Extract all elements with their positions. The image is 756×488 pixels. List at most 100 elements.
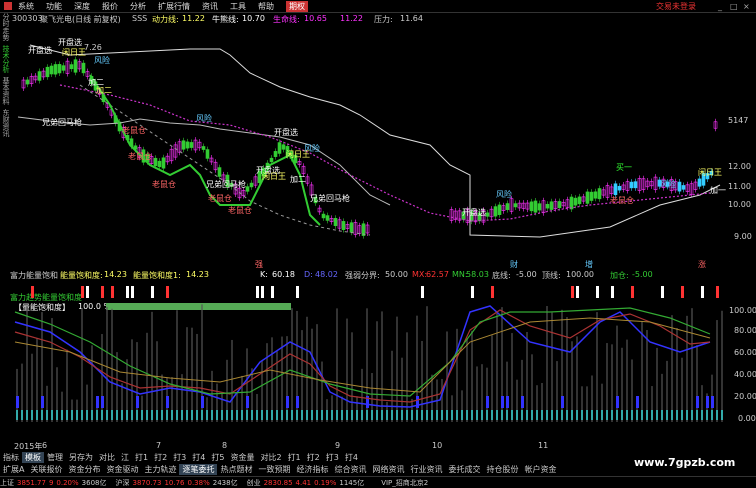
top-line-value: 100.00 [566, 270, 594, 279]
function-tab[interactable]: 主力轨迹 [141, 464, 179, 475]
menu-analysis[interactable]: 分析 [130, 1, 146, 12]
momentum-label: 动力线: [152, 15, 179, 24]
function-tab[interactable]: 网络资讯 [369, 464, 407, 475]
top-signal-bar [271, 286, 274, 298]
blue-signal-bar [201, 396, 204, 408]
bull-line [17, 116, 391, 206]
life-label: 生命线: [273, 15, 300, 24]
bottom-marker-bar [186, 410, 188, 420]
candle-body [333, 218, 338, 226]
bottom-marker-bar [121, 410, 123, 420]
bottom-marker-bar [136, 410, 138, 420]
blue-signal-bar [486, 396, 489, 408]
indicator-tab[interactable]: 管理 [44, 452, 66, 463]
menu-info[interactable]: 资讯 [202, 1, 218, 12]
indicator-tab[interactable]: 打5 [208, 452, 227, 463]
top-signal-bar [611, 286, 614, 298]
indicator-tab[interactable]: 打3 [323, 452, 342, 463]
sidebar-tab-news[interactable]: 东财资讯 [0, 109, 10, 137]
trade-login-link[interactable]: 交易未登录 [656, 1, 696, 12]
candle-body [217, 167, 222, 177]
sidebar-tab-fundamental[interactable]: 基本资料 [0, 77, 10, 105]
bottom-marker-bar [461, 410, 463, 420]
candle-body [557, 201, 562, 209]
indicator-tab[interactable]: 打1 [285, 452, 304, 463]
bottom-marker-bar [146, 410, 148, 420]
energy2-label: 能量饱和度1: [133, 271, 181, 280]
bottom-marker-bar [356, 410, 358, 420]
indicator-axis-label: 20.00 [734, 392, 756, 401]
ma-dashed-line [79, 84, 371, 236]
function-tab[interactable]: 热点题材 [217, 464, 255, 475]
signal-label: 闲日王 [698, 168, 722, 177]
index-quote[interactable]: 上证 3851.77 9 0.20% 3608亿 [0, 478, 110, 488]
menu-function[interactable]: 功能 [46, 1, 62, 12]
minimize-icon[interactable]: _ [718, 2, 722, 11]
bottom-marker-bar [526, 410, 528, 420]
bottom-marker-bar [626, 410, 628, 420]
maximize-icon[interactable]: □ [730, 2, 738, 11]
sidebar-tab-technical[interactable]: 技术分析 [0, 45, 10, 73]
watermark: www.7gpzb.com [634, 456, 736, 469]
index-name: 创业 [246, 478, 261, 487]
indicator-tab[interactable]: 对比2 [257, 452, 284, 463]
function-tab[interactable]: 逐笔委托 [179, 464, 218, 475]
menu-system[interactable]: 系统 [18, 1, 34, 12]
menu-depth[interactable]: 深度 [74, 1, 90, 12]
top-signal-bar [421, 286, 424, 298]
index-change: 10.76 [164, 478, 185, 487]
function-tab[interactable]: 资金分布 [65, 464, 103, 475]
function-tab[interactable]: 委托成交 [445, 464, 483, 475]
indicator-tab[interactable]: 打2 [151, 452, 170, 463]
indicator-tab[interactable]: 对比 [96, 452, 118, 463]
index-quote[interactable]: 创业 2830.85 4.41 0.19% 1145亿 [247, 478, 368, 488]
indicator-tab[interactable]: 资金量 [227, 452, 257, 463]
indicator-chart[interactable] [10, 282, 728, 438]
function-tab[interactable]: 帐户资金 [521, 464, 559, 475]
sidebar-tab-timeshare[interactable]: 分时走势 [0, 13, 10, 41]
candle-body [277, 142, 282, 154]
bottom-marker-bar [666, 410, 668, 420]
function-tab[interactable]: 资金驱动 [103, 464, 141, 475]
menu-help[interactable]: 帮助 [258, 1, 274, 12]
bottom-marker-bar [61, 410, 63, 420]
bottom-marker-bar [476, 410, 478, 420]
function-tab[interactable]: 持仓股份 [483, 464, 521, 475]
index-name: 上证 [0, 478, 14, 487]
function-tab[interactable]: 行业资讯 [407, 464, 445, 475]
indicator-tab[interactable]: 打1 [132, 452, 151, 463]
bottom-marker-bar [381, 410, 383, 420]
signal-label: 风险 [94, 55, 110, 65]
function-tab[interactable]: 经济指标 [293, 464, 331, 475]
strength-label: 强弱分界: [345, 271, 380, 280]
indicator-tab[interactable]: 指标 [0, 452, 22, 463]
function-tab[interactable]: 一致预期 [255, 464, 293, 475]
bottom-marker-bar [586, 410, 588, 420]
function-tab[interactable]: 扩展A [0, 464, 27, 475]
candle-body [677, 181, 682, 192]
candle-body [249, 182, 254, 188]
candle-body [577, 196, 582, 205]
d-label: D: [304, 270, 313, 279]
bottom-marker-bar [641, 410, 643, 420]
menu-extended-quote[interactable]: 扩展行情 [158, 1, 190, 12]
menu-tools[interactable]: 工具 [230, 1, 246, 12]
close-icon[interactable]: × [743, 2, 750, 11]
indicator-tab[interactable]: 另存为 [66, 452, 96, 463]
price-chart[interactable]: 开盘选开盘选闲日王7.26风险加二加二兄弟回马枪老鼠仓老鼠仓老鼠仓风险开盘选闲日… [10, 25, 728, 260]
indicator-tab[interactable]: 模板 [22, 452, 44, 463]
menu-quote[interactable]: 报价 [102, 1, 118, 12]
bottom-marker-bar [596, 410, 598, 420]
function-tab[interactable]: 综合资讯 [331, 464, 369, 475]
indicator-tab[interactable]: 打4 [189, 452, 208, 463]
bottom-marker-bar [531, 410, 533, 420]
index-quote[interactable]: 沪深 3870.73 10.76 0.38% 2438亿 [116, 478, 241, 488]
indicator-tab[interactable]: 打4 [342, 452, 361, 463]
stock-code: 300303 [12, 14, 43, 23]
indicator-tab[interactable]: 打2 [304, 452, 323, 463]
function-tab[interactable]: 关联报价 [27, 464, 65, 475]
indicator-tab[interactable]: 打3 [170, 452, 189, 463]
indicator-tab[interactable]: 江 [118, 452, 132, 463]
menu-options[interactable]: 期权 [286, 0, 308, 12]
time-axis-year: 2015年 [14, 442, 43, 451]
